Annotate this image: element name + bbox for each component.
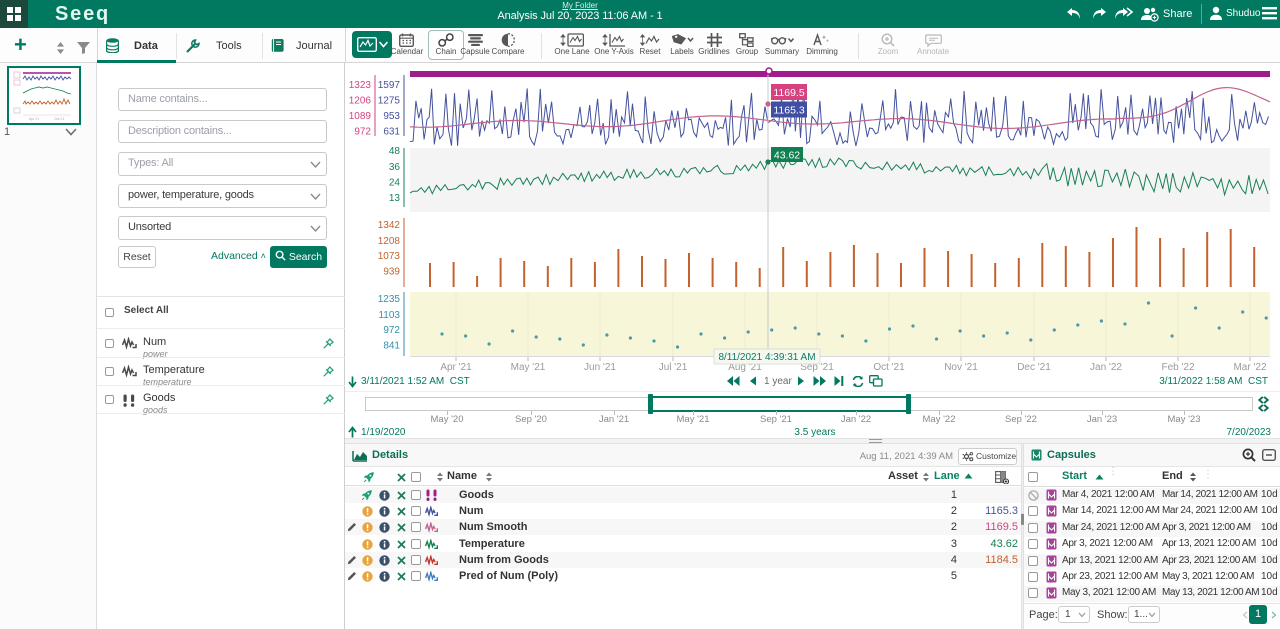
svg-text:Mar '22: Mar '22 <box>1233 362 1266 373</box>
svg-text:8/11/2021 4:39:31 AM: 8/11/2021 4:39:31 AM <box>718 352 815 363</box>
svg-text:May '21: May '21 <box>511 362 546 373</box>
svg-text:1342: 1342 <box>378 220 401 231</box>
svg-text:1165.3: 1165.3 <box>773 105 804 117</box>
svg-text:841: 841 <box>383 341 400 352</box>
svg-text:Jan '22: Jan '22 <box>1090 362 1122 373</box>
svg-text:1235: 1235 <box>378 294 401 305</box>
svg-text:24: 24 <box>389 178 401 189</box>
svg-text:Feb '22: Feb '22 <box>1161 362 1194 373</box>
svg-text:953: 953 <box>383 111 400 122</box>
svg-text:1206: 1206 <box>349 96 372 107</box>
svg-text:13: 13 <box>389 193 401 204</box>
svg-text:1208: 1208 <box>378 236 401 247</box>
svg-text:Oct '21: Oct '21 <box>873 362 905 373</box>
svg-text:939: 939 <box>383 267 400 278</box>
svg-text:1103: 1103 <box>378 310 400 321</box>
svg-text:Oct 21: Oct 21 <box>54 117 64 121</box>
svg-text:Jul '21: Jul '21 <box>659 362 688 373</box>
svg-text:631: 631 <box>383 127 400 138</box>
svg-text:48: 48 <box>389 146 401 157</box>
svg-text:972: 972 <box>354 127 371 138</box>
svg-text:1323: 1323 <box>349 80 372 91</box>
svg-text:Apr '21: Apr '21 <box>440 362 472 373</box>
svg-text:Apr 21: Apr 21 <box>29 117 39 121</box>
svg-text:1275: 1275 <box>378 96 401 107</box>
svg-text:972: 972 <box>383 325 400 336</box>
svg-text:43.62: 43.62 <box>774 150 800 162</box>
svg-text:Dec '21: Dec '21 <box>1017 362 1051 373</box>
svg-text:1073: 1073 <box>378 251 401 262</box>
svg-text:Jun '21: Jun '21 <box>584 362 616 373</box>
svg-text:1089: 1089 <box>349 111 372 122</box>
svg-text:Nov '21: Nov '21 <box>944 362 978 373</box>
svg-text:1597: 1597 <box>378 80 401 91</box>
svg-text:1169.5: 1169.5 <box>773 87 804 99</box>
svg-text:36: 36 <box>389 162 401 173</box>
